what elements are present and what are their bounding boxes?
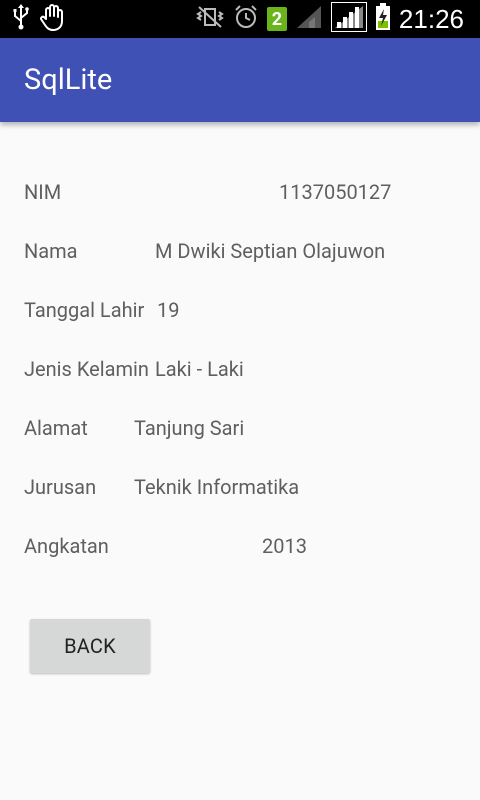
status-time: 21:26 <box>398 4 464 34</box>
detail-view: NIM 1137050127 Nama M Dwiki Septian Olaj… <box>0 122 480 800</box>
alarm-icon <box>233 4 259 34</box>
angkatan-label: Angkatan <box>24 534 109 558</box>
hand-icon <box>40 2 68 36</box>
detail-row-jenis-kelamin: Jenis Kelamin Laki - Laki <box>24 349 404 389</box>
detail-row-nama: Nama M Dwiki Septian Olajuwon <box>24 231 404 271</box>
tanggal-lahir-label: Tanggal Lahir <box>24 298 145 322</box>
nama-label: Nama <box>24 239 78 263</box>
status-bar: 2 21:26 <box>0 0 480 38</box>
nim-value: 1137050127 <box>279 180 392 204</box>
nama-value: M Dwiki Septian Olajuwon <box>155 239 386 263</box>
detail-row-alamat: Alamat Tanjung Sari <box>24 408 404 448</box>
back-button[interactable]: BACK <box>30 619 150 673</box>
jurusan-value: Teknik Informatika <box>134 475 300 499</box>
jenis-kelamin-value: Laki - Laki <box>155 357 244 381</box>
notification-count-badge: 2 <box>266 7 287 31</box>
vibrate-mute-icon <box>195 5 225 33</box>
detail-row-tanggal-lahir: Tanggal Lahir 19 <box>24 290 404 330</box>
tanggal-lahir-value: 19 <box>157 298 180 322</box>
angkatan-value: 2013 <box>262 534 307 558</box>
detail-row-jurusan: Jurusan Teknik Informatika <box>24 467 404 507</box>
signal-strength-icon <box>295 4 323 34</box>
status-right-icons: 2 21:26 <box>195 1 464 36</box>
detail-row-angkatan: Angkatan 2013 <box>24 526 404 566</box>
jurusan-label: Jurusan <box>24 475 97 499</box>
nim-label: NIM <box>24 180 62 204</box>
alamat-value: Tanjung Sari <box>134 416 245 440</box>
detail-row-nim: NIM 1137050127 <box>24 172 404 212</box>
app-title: SqlLite <box>24 63 113 97</box>
usb-icon <box>10 3 32 35</box>
status-left-icons <box>10 4 68 34</box>
wifi-signal-icon <box>329 1 368 36</box>
jenis-kelamin-label: Jenis Kelamin <box>24 357 149 381</box>
app-bar: SqlLite <box>0 38 480 122</box>
alamat-label: Alamat <box>24 416 88 440</box>
battery-charging-icon <box>375 3 391 35</box>
